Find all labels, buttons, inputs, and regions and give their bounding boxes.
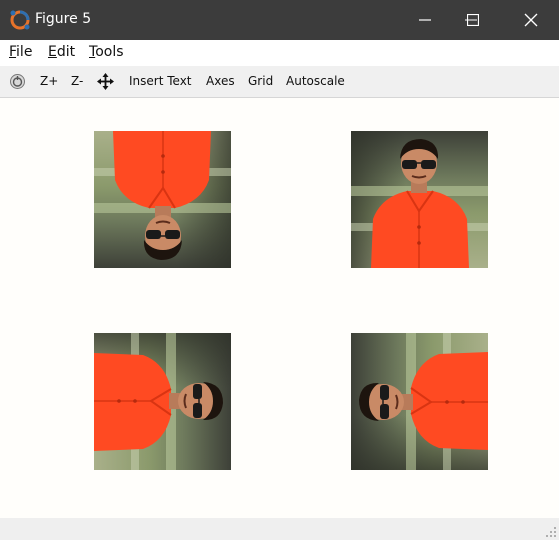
person-photo-rotated-cw [94, 333, 231, 470]
grid-button[interactable]: Grid [248, 74, 273, 88]
status-bar [0, 518, 559, 540]
menu-bar: File Edit Tools [0, 40, 559, 66]
minimize-btn[interactable] [402, 0, 448, 40]
maximize-icon [467, 14, 479, 26]
close-icon [524, 13, 538, 27]
pan-icon[interactable] [97, 73, 114, 90]
subplot-4-image[interactable] [351, 333, 488, 470]
zoom-in-button[interactable]: Z+ [40, 74, 58, 88]
subplot-2-image[interactable] [351, 131, 488, 268]
figure-canvas[interactable] [0, 98, 559, 518]
menu-edit[interactable]: Edit [48, 44, 75, 60]
subplot-3-image[interactable] [94, 333, 231, 470]
person-photo-upright [351, 131, 488, 268]
maximize-btn[interactable] [450, 0, 496, 40]
insert-text-button[interactable]: Insert Text [129, 74, 192, 88]
axes-button[interactable]: Axes [206, 74, 235, 88]
rotate-icon[interactable] [9, 73, 26, 90]
window-title: Figure 5 [35, 11, 92, 27]
octave-logo-icon [10, 10, 30, 30]
figure-toolbar: Z+ Z- Insert Text Axes Grid Autoscale [0, 66, 559, 98]
person-photo-rotated-ccw [351, 333, 488, 470]
menu-file[interactable]: File [9, 44, 32, 60]
zoom-out-button[interactable]: Z- [71, 74, 83, 88]
menu-tools[interactable]: Tools [89, 44, 124, 60]
subplot-1-image[interactable] [94, 131, 231, 268]
close-btn[interactable] [508, 0, 554, 40]
person-photo-rotated-180 [94, 131, 231, 268]
autoscale-button[interactable]: Autoscale [286, 74, 345, 88]
minimize-glyph-icon [419, 19, 431, 21]
resize-grip-icon[interactable] [545, 526, 557, 538]
